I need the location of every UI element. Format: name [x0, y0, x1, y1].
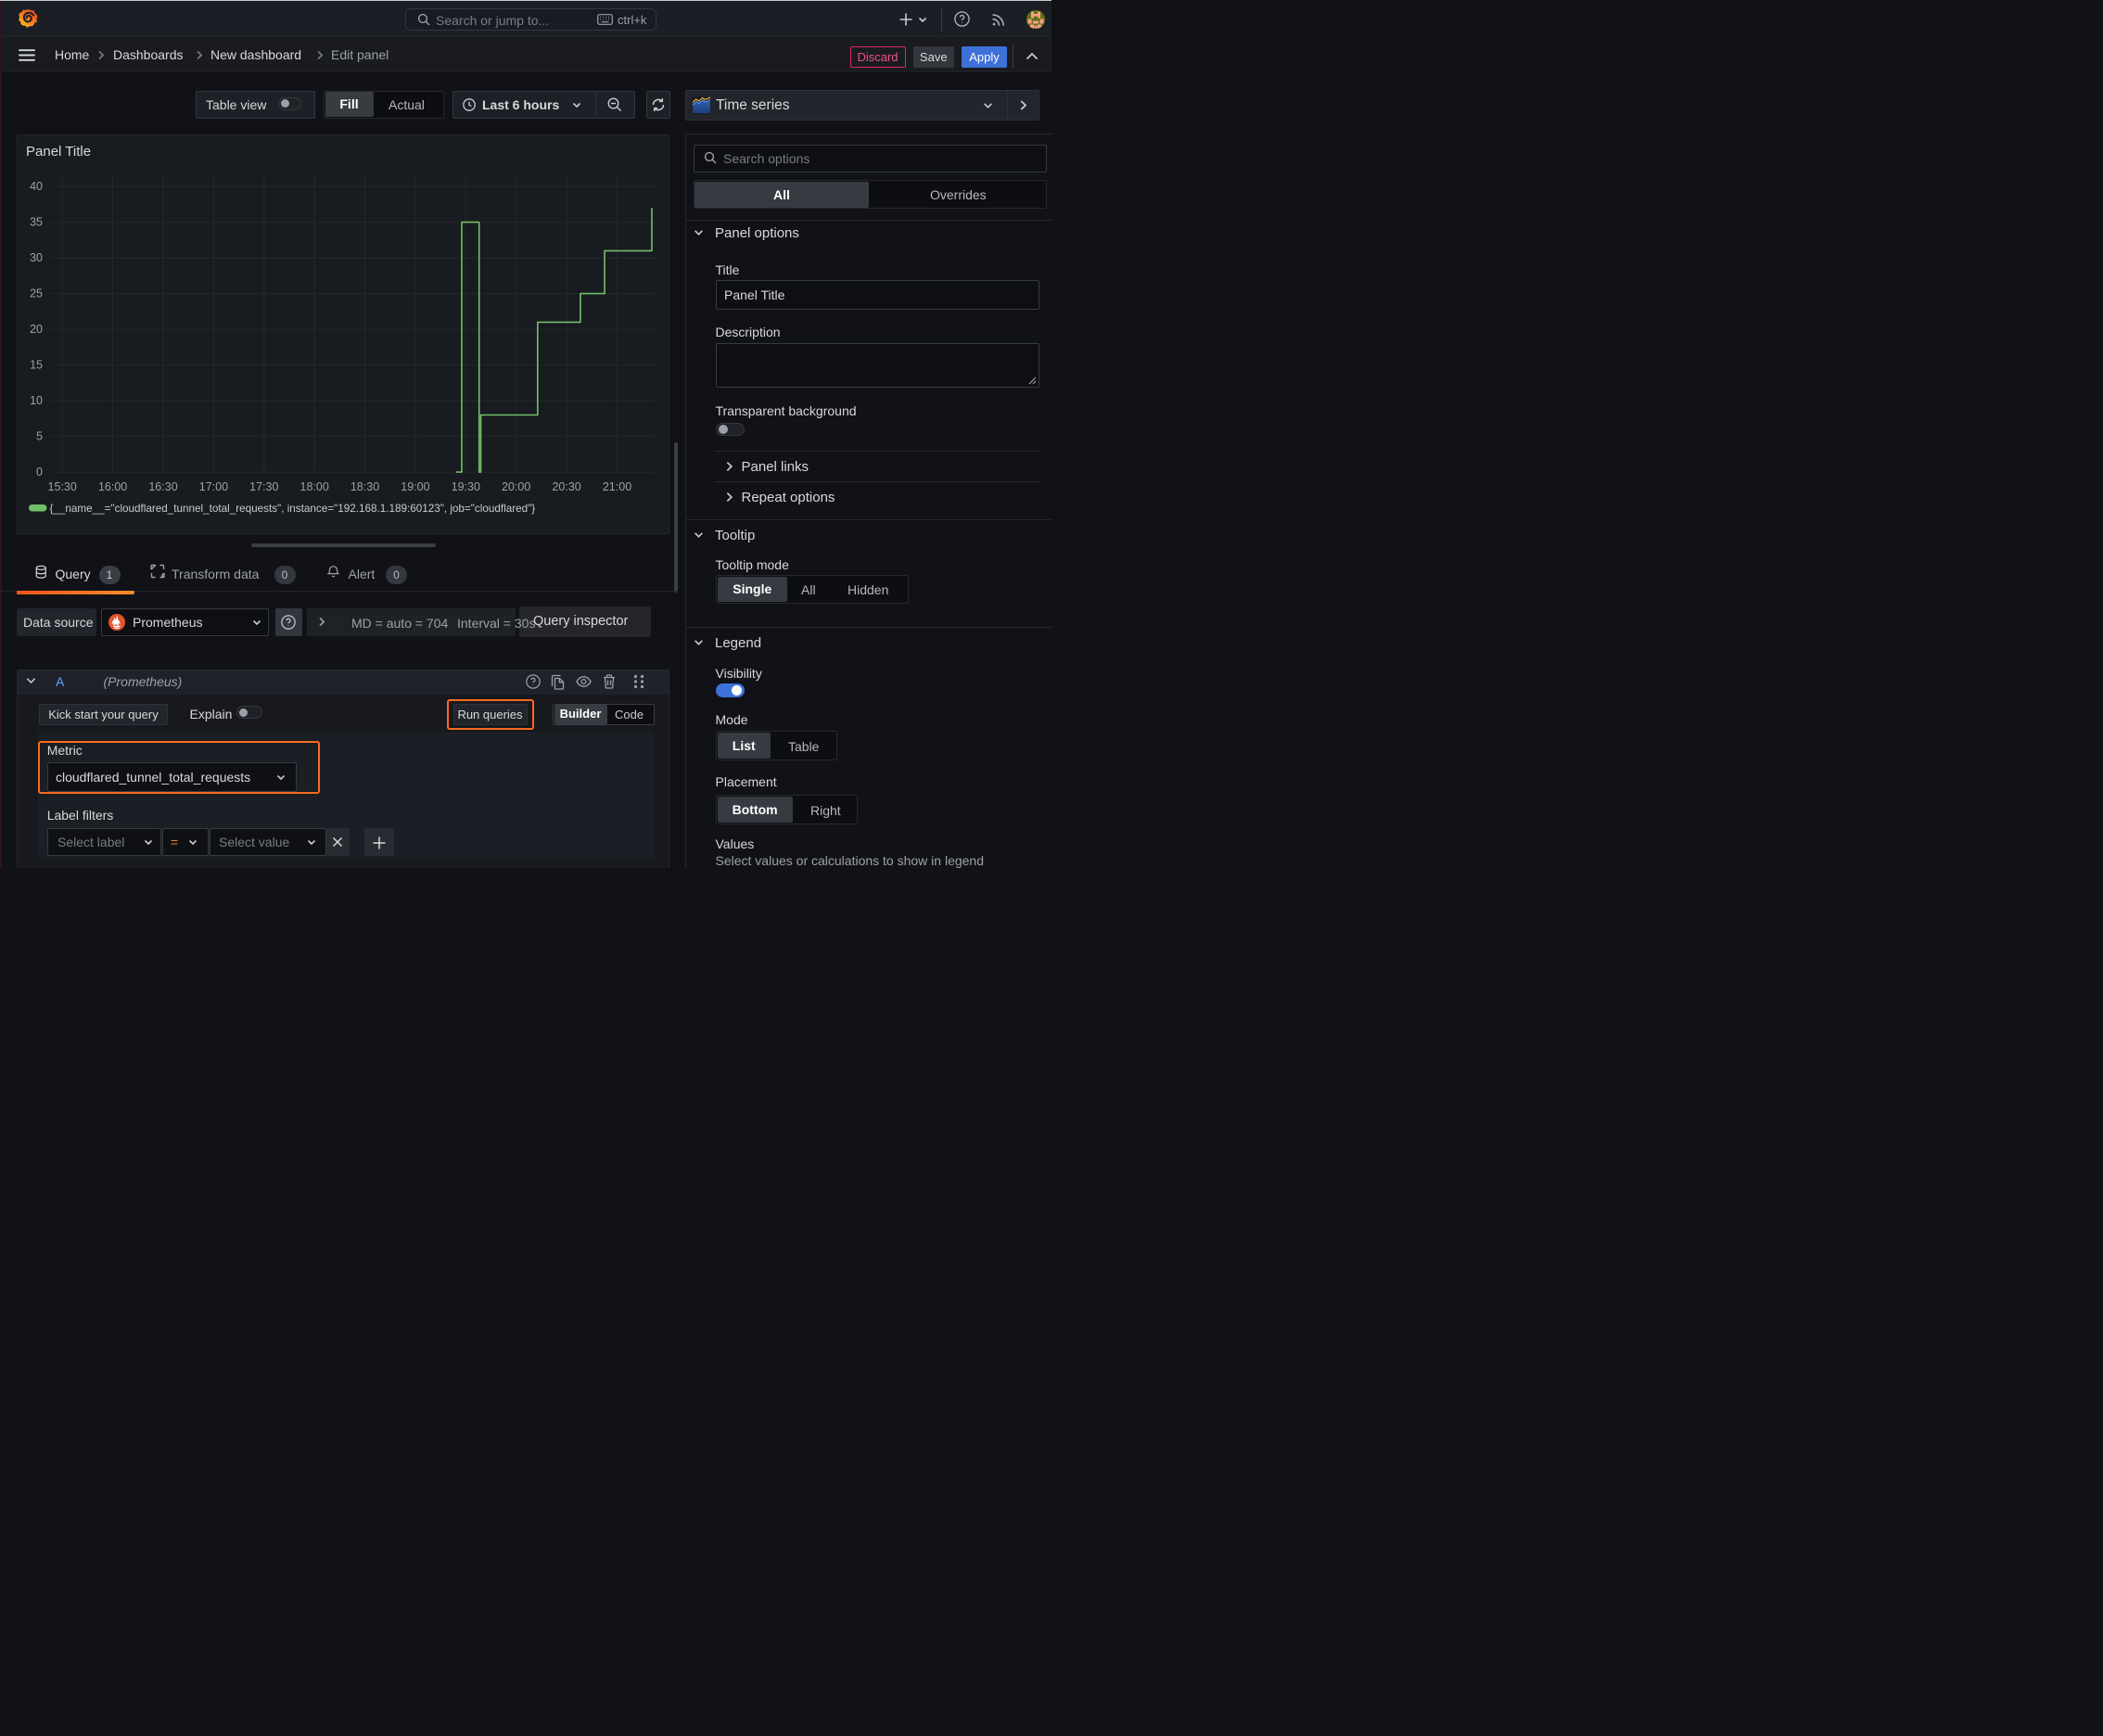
svg-text:18:30: 18:30	[350, 480, 379, 493]
svg-text:17:00: 17:00	[199, 480, 228, 493]
svg-text:20:00: 20:00	[502, 480, 530, 493]
svg-text:19:30: 19:30	[452, 480, 480, 493]
svg-text:10: 10	[30, 394, 43, 407]
svg-text:16:00: 16:00	[98, 480, 127, 493]
svg-text:16:30: 16:30	[148, 480, 177, 493]
svg-text:0: 0	[36, 466, 43, 479]
svg-text:18:00: 18:00	[300, 480, 329, 493]
svg-text:{__name__="cloudflared_tunnel_: {__name__="cloudflared_tunnel_total_requ…	[50, 502, 536, 514]
svg-text:20: 20	[30, 323, 43, 336]
svg-text:40: 40	[30, 180, 43, 193]
svg-text:21:00: 21:00	[603, 480, 631, 493]
svg-text:5: 5	[36, 429, 43, 442]
svg-text:15:30: 15:30	[48, 480, 77, 493]
svg-text:25: 25	[30, 287, 43, 300]
svg-text:35: 35	[30, 215, 43, 228]
svg-text:19:00: 19:00	[401, 480, 429, 493]
svg-text:20:30: 20:30	[552, 480, 580, 493]
svg-text:17:30: 17:30	[249, 480, 278, 493]
svg-text:30: 30	[30, 251, 43, 264]
svg-text:15: 15	[30, 358, 43, 371]
